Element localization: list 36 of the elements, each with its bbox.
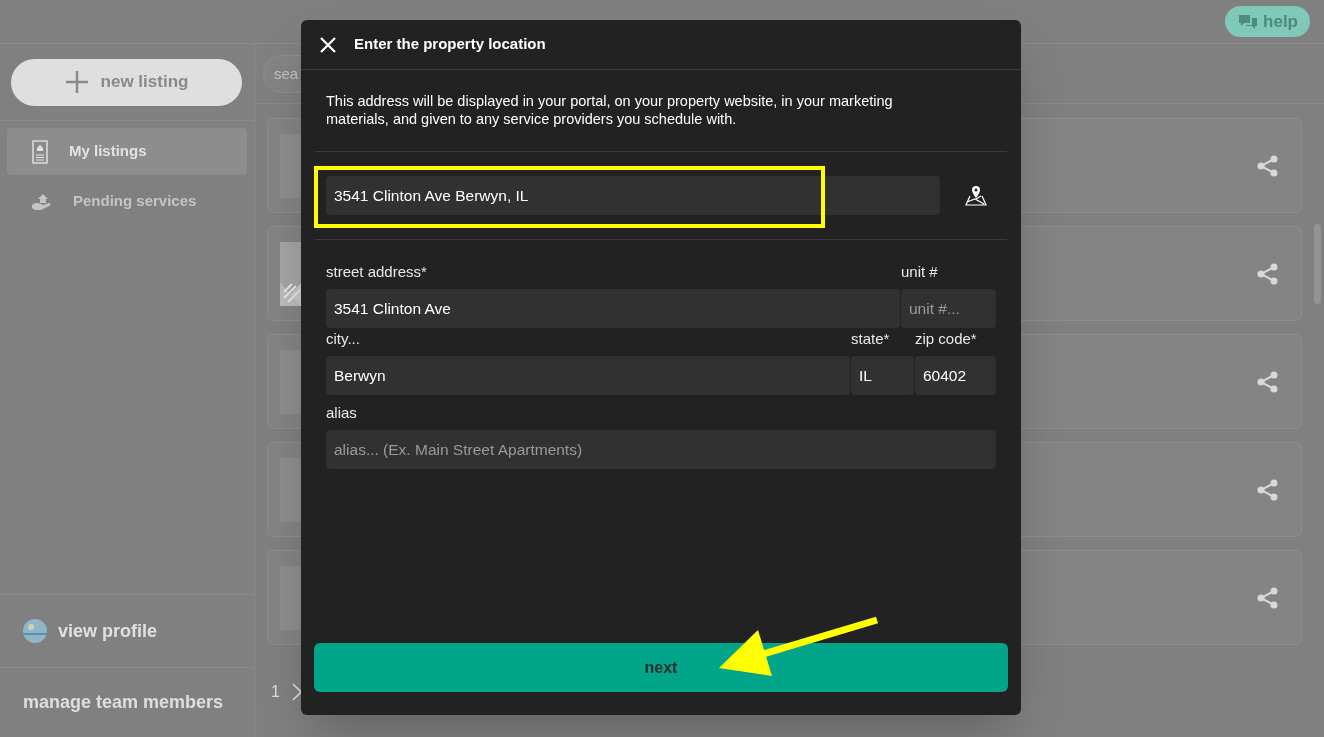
input-field[interactable]: 60402 xyxy=(915,356,996,395)
hand-house-icon xyxy=(31,192,53,211)
close-icon[interactable] xyxy=(319,35,337,54)
document-icon xyxy=(31,139,49,164)
field-label: zip code* xyxy=(915,330,978,348)
sidebar-item[interactable]: Pending services xyxy=(7,178,247,225)
avatar-icon xyxy=(23,619,47,643)
plus-icon xyxy=(64,70,89,94)
dialog-title: Enter the property location xyxy=(354,34,546,55)
input-field[interactable]: 3541 Clinton Ave xyxy=(326,289,900,328)
share-icon[interactable] xyxy=(1257,154,1279,177)
field-label: state* xyxy=(851,330,891,348)
chevron-right-icon[interactable] xyxy=(291,683,302,701)
share-icon[interactable] xyxy=(1257,262,1279,285)
help-button[interactable]: help xyxy=(1225,6,1310,37)
new-listing-button[interactable]: new listing xyxy=(11,58,242,106)
field-label: unit # xyxy=(901,263,939,281)
view-profile-link[interactable]: view profile xyxy=(0,594,254,667)
input-field[interactable]: unit #... xyxy=(901,289,996,328)
share-icon[interactable] xyxy=(1257,370,1279,393)
input-field[interactable]: Berwyn xyxy=(326,356,850,395)
sidebar-item[interactable]: My listings xyxy=(7,128,247,175)
field-label: street address* xyxy=(326,263,428,281)
page-number[interactable]: 1 xyxy=(271,680,280,704)
field-label: alias xyxy=(326,404,358,422)
share-icon[interactable] xyxy=(1257,478,1279,501)
next-button[interactable]: next xyxy=(314,643,1008,692)
address-search-field[interactable]: 3541 Clinton Ave Berwyn, IL xyxy=(326,176,940,215)
input-field[interactable]: IL xyxy=(851,356,914,395)
field-label: city... xyxy=(326,330,361,348)
map-pin-icon[interactable] xyxy=(964,184,988,207)
share-icon[interactable] xyxy=(1257,586,1279,609)
manage-team-link[interactable]: manage team members xyxy=(23,689,224,716)
input-field[interactable]: alias... (Ex. Main Street Apartments) xyxy=(326,430,996,469)
chat-icon xyxy=(1237,12,1260,31)
description-text: This address will be displayed in your portal, on your property website, in your marketing materials, and given to any service providers you schedule with. xyxy=(315,70,1007,152)
